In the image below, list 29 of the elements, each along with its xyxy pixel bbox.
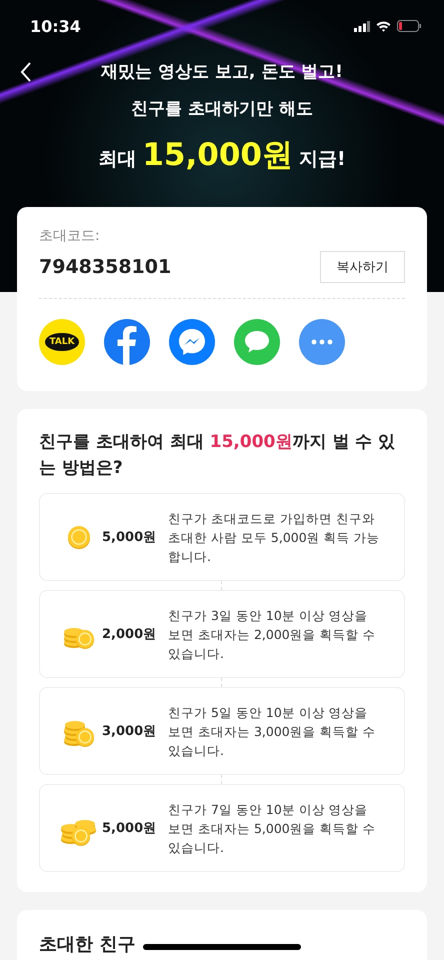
message-icon[interactable] xyxy=(234,319,280,365)
banner-headline: 재밌는 영상도 보고, 돈도 벌고! xyxy=(101,61,343,83)
back-icon[interactable] xyxy=(20,62,32,82)
section-title: 초대한 친구 xyxy=(39,933,136,956)
invite-code-label: 초대코드: xyxy=(39,227,101,245)
reward-amount: 3,000원 xyxy=(102,723,158,740)
signal-icon xyxy=(354,20,370,32)
reward-description: 친구가 3일 동안 10분 이상 영상을 보면 초대자는 2,000원을 획득할 수 있습니다. xyxy=(168,606,377,662)
rewards-heading: 친구를 초대하여 최대 15,000원까지 벌 수 있는 방법은? xyxy=(39,431,396,480)
reward-description: 친구가 7일 동안 10분 이상 영상을 보면 초대자는 5,000원을 획득할 수 있습니다. xyxy=(168,800,377,856)
invite-code: 7948358101 xyxy=(39,256,172,278)
reward-description: 친구가 5일 동안 10분 이상 영상을 보면 초대자는 3,000원을 획득할 수 있습니다. xyxy=(168,704,377,760)
messenger-icon[interactable] xyxy=(169,319,215,365)
banner-headline: 친구를 초대하기만 해도 xyxy=(131,98,313,120)
battery-icon xyxy=(397,20,422,32)
copy-button[interactable]: 복사하기 xyxy=(320,251,405,283)
reward-amount: 5,000원 xyxy=(102,529,158,546)
kakaotalk-button[interactable]: TALK xyxy=(39,319,85,365)
facebook-icon[interactable] xyxy=(104,319,150,365)
reward-amount: 5,000원 xyxy=(102,820,158,837)
banner-text: 지급! xyxy=(298,147,346,172)
banner-text: 최대 xyxy=(98,147,136,172)
more-icon[interactable] xyxy=(299,319,345,365)
wifi-icon xyxy=(376,20,391,32)
reward-description: 친구가 초대코드로 가입하면 친구와 초대한 사람 모두 5,000원 획득 가능합니다. xyxy=(168,510,380,566)
reward-amount: 2,000원 xyxy=(102,626,158,643)
talk-badge: TALK xyxy=(45,333,79,351)
status-time: 10:34 xyxy=(30,16,81,36)
banner-amount: 15,000원 xyxy=(142,136,293,175)
